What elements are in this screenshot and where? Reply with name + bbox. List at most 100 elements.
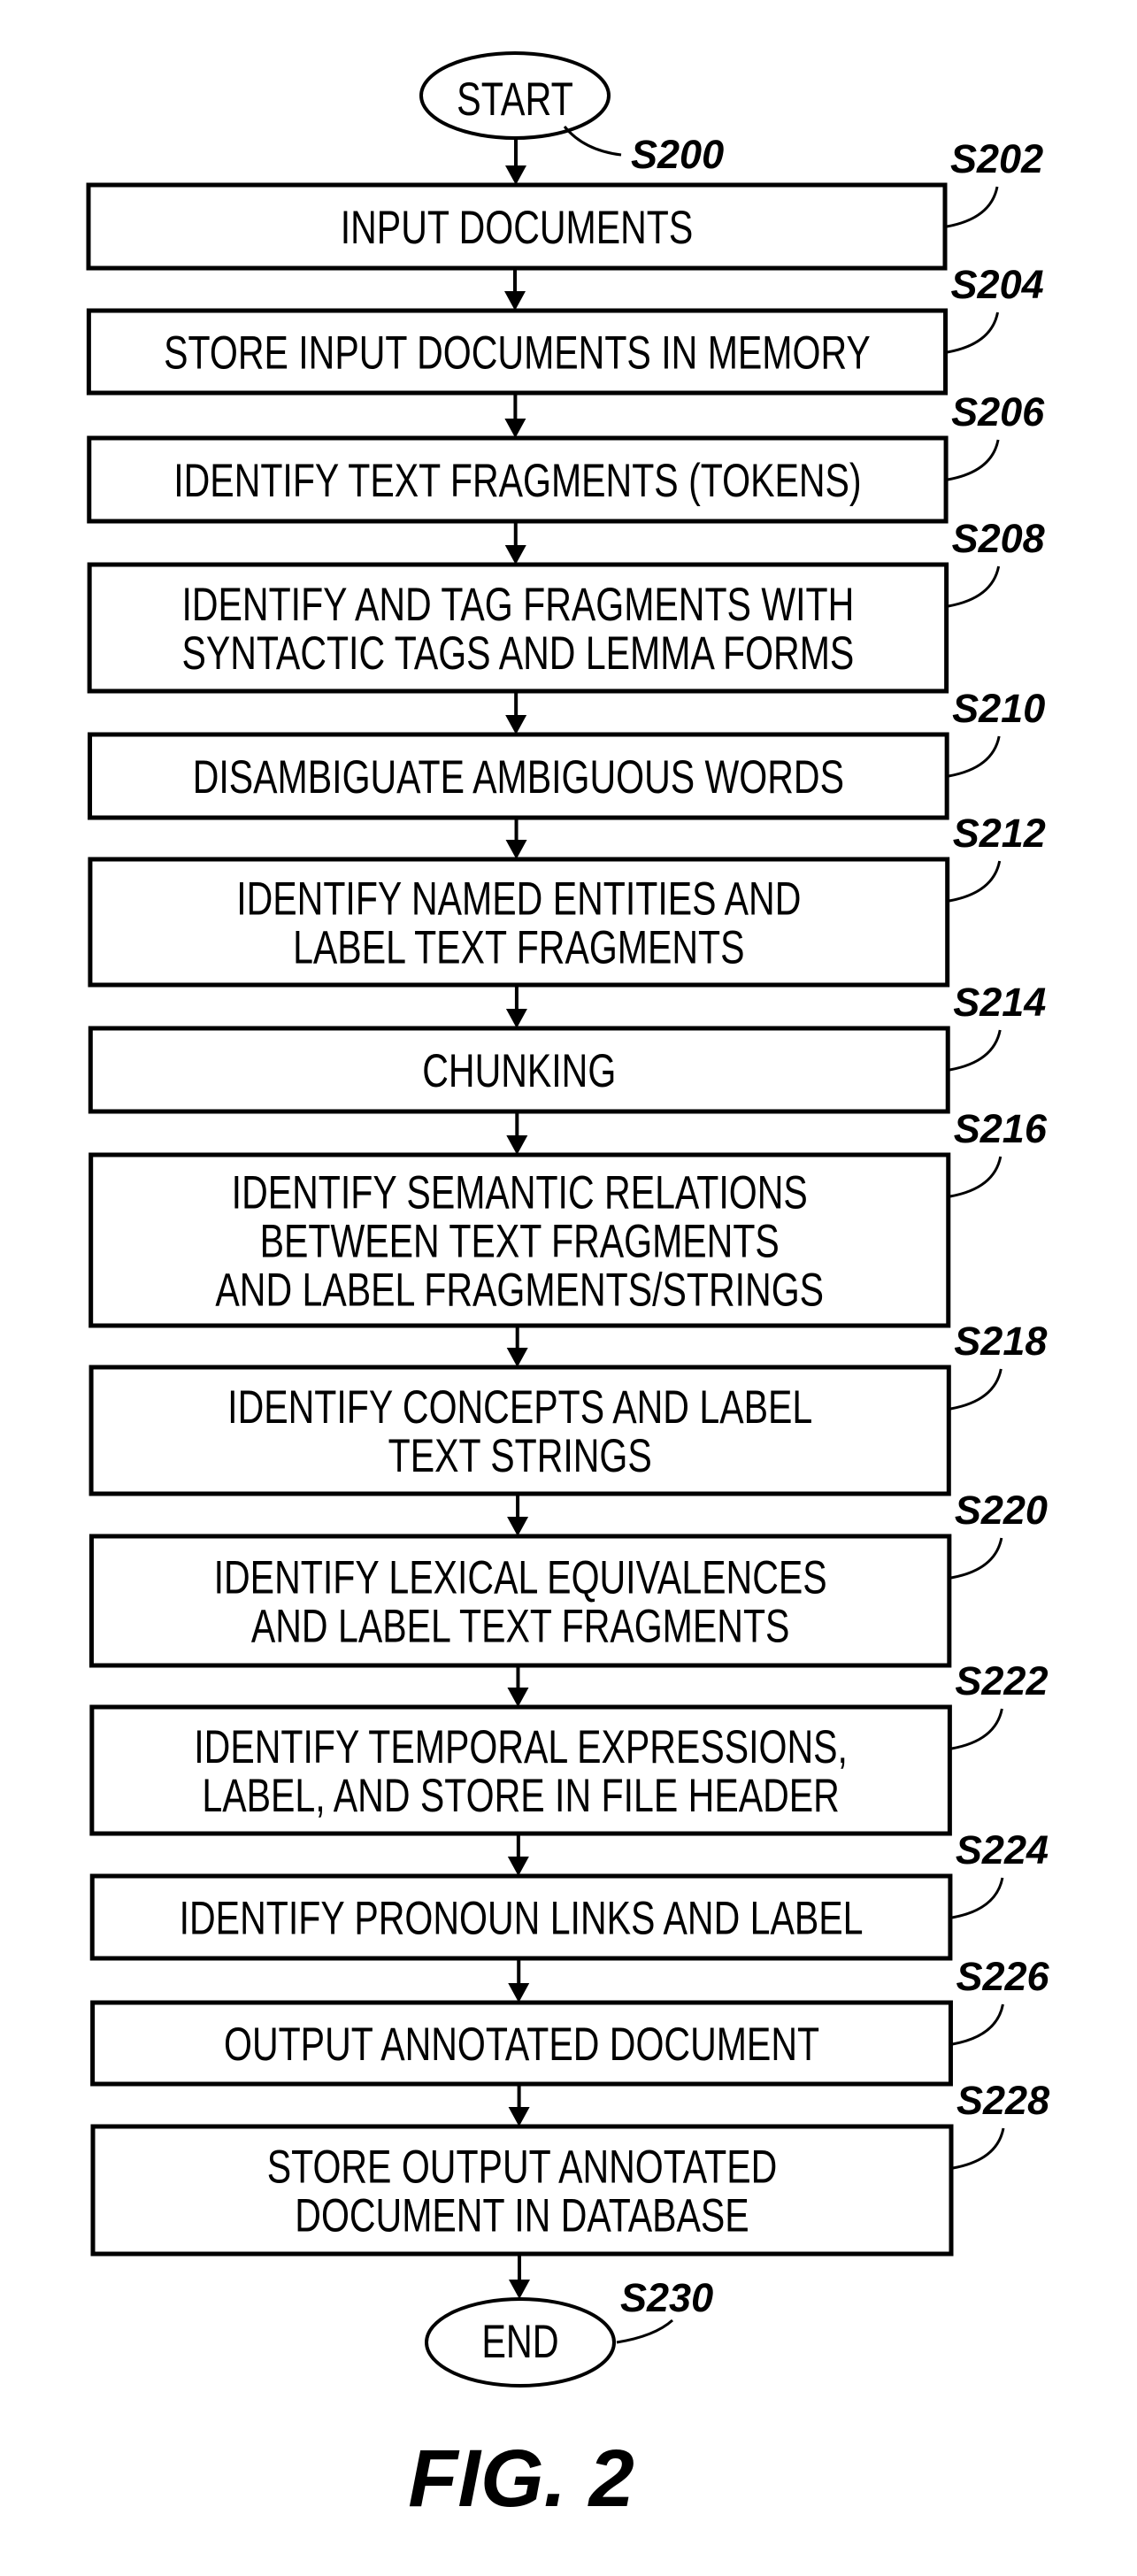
step-text-line: AND LABEL FRAGMENTS/STRINGS <box>215 1265 824 1317</box>
arrow-head-icon <box>508 1983 530 2003</box>
step-leader-line <box>951 1877 1004 1919</box>
arrow-head-icon <box>507 1857 529 1876</box>
step-text-line: IDENTIFY PRONOUN LINKS AND LABEL <box>180 1893 864 1945</box>
step-text-line: INPUT DOCUMENTS <box>341 202 694 254</box>
process-step: IDENTIFY NAMED ENTITIES ANDLABEL TEXT FR… <box>88 811 1046 988</box>
arrow-head-icon <box>506 1348 528 1367</box>
step-text-line: TEXT STRINGS <box>388 1430 652 1482</box>
step-text-line: IDENTIFY TEMPORAL EXPRESSIONS, <box>194 1721 848 1773</box>
process-step: IDENTIFY PRONOUN LINKS AND LABEL S224 <box>89 1827 1049 1961</box>
step-leader-line <box>952 2003 1004 2046</box>
step-ref-label: S228 <box>956 2078 1049 2123</box>
step-leader-line <box>949 1156 1003 1198</box>
arrow-head-icon <box>505 165 526 185</box>
flow-arrow <box>505 138 526 185</box>
end-leader-line <box>616 2318 674 2344</box>
step-leader-line <box>951 1708 1003 1750</box>
arrow-head-icon <box>506 1135 528 1155</box>
arrow-head-icon <box>504 291 526 311</box>
process-step: IDENTIFY LEXICAL EQUIVALENCESAND LABEL T… <box>88 1488 1048 1668</box>
flow-arrow <box>505 985 527 1028</box>
process-step: IDENTIFY CONCEPTS AND LABELTEXT STRINGS S… <box>88 1319 1047 1496</box>
step-text-line: IDENTIFY LEXICAL EQUIVALENCES <box>214 1552 827 1604</box>
step-ref-label: S212 <box>953 811 1046 856</box>
flow-arrow <box>505 691 527 734</box>
flow-arrow <box>506 1326 528 1367</box>
process-step: OUTPUT ANNOTATED DOCUMENT S226 <box>90 1954 1050 2087</box>
step-ref-label: S218 <box>954 1319 1047 1364</box>
step-text-line: DOCUMENT IN DATABASE <box>295 2190 749 2242</box>
arrow-head-icon <box>507 1688 529 1707</box>
process-step: IDENTIFY TEMPORAL EXPRESSIONS,LABEL, AND… <box>89 1658 1048 1836</box>
step-ref-label: S226 <box>956 1954 1049 1999</box>
flow-arrow <box>504 268 526 311</box>
process-step: DISAMBIGUATE AMBIGUOUS WORDS S210 <box>88 686 1045 820</box>
flow-arrow <box>509 2254 530 2299</box>
step-ref-label: S224 <box>956 1827 1049 1872</box>
step-text-line: STORE OUTPUT ANNOTATED <box>267 2142 778 2194</box>
flow-arrow <box>504 521 526 565</box>
arrow-head-icon <box>505 715 527 734</box>
step-leader-line <box>949 1029 1002 1072</box>
step-ref-label: S222 <box>955 1658 1048 1703</box>
step-text-line: IDENTIFY CONCEPTS AND LABEL <box>227 1381 812 1434</box>
step-leader-line <box>950 1368 1003 1411</box>
step-text-line: IDENTIFY NAMED ENTITIES AND <box>236 873 801 926</box>
step-ref-label: S210 <box>952 686 1045 731</box>
step-ref-label: S208 <box>952 516 1045 561</box>
flow-arrow <box>505 818 527 859</box>
start-text: START <box>457 73 573 126</box>
step-ref-label: S214 <box>953 980 1046 1025</box>
step-leader-line <box>948 735 1001 778</box>
step-text-line: BETWEEN TEXT FRAGMENTS <box>260 1216 780 1268</box>
step-text-line: LABEL, AND STORE IN FILE HEADER <box>202 1770 839 1822</box>
step-leader-line <box>947 311 1000 354</box>
process-step: STORE INPUT DOCUMENTS IN MEMORY S204 <box>86 262 1044 396</box>
step-text-line: AND LABEL TEXT FRAGMENTS <box>251 1601 790 1653</box>
process-step: IDENTIFY SEMANTIC RELATIONSBETWEEN TEXT … <box>88 1106 1048 1328</box>
end-text: END <box>481 2316 558 2368</box>
step-ref-label: S206 <box>951 389 1045 434</box>
flow-arrow <box>507 1665 529 1707</box>
process-step: INPUT DOCUMENTS S202 <box>86 136 1043 271</box>
step-text-line: LABEL TEXT FRAGMENTS <box>293 922 744 974</box>
step-text-line: IDENTIFY SEMANTIC RELATIONS <box>232 1167 808 1219</box>
flowchart: START S200 INPUT DOCUMENTS S202 STORE INPU… <box>86 51 1050 2524</box>
process-step: IDENTIFY AND TAG FRAGMENTS WITHSYNTACTIC… <box>87 516 1045 694</box>
step-text-line: SYNTACTIC TAGS AND LEMMA FORMS <box>181 627 854 680</box>
step-text-line: OUTPUT ANNOTATED DOCUMENT <box>224 2019 819 2071</box>
step-text-line: IDENTIFY AND TAG FRAGMENTS WITH <box>181 579 854 631</box>
step-text-line: IDENTIFY TEXT FRAGMENTS (TOKENS) <box>173 455 861 507</box>
flow-arrow <box>508 2084 530 2126</box>
arrow-head-icon <box>508 2107 530 2126</box>
arrow-head-icon <box>505 840 527 859</box>
arrow-head-icon <box>507 1517 529 1536</box>
process-step: STORE OUTPUT ANNOTATEDDOCUMENT IN DATABA… <box>90 2078 1049 2257</box>
step-leader-line <box>952 2127 1005 2170</box>
step-text-line: CHUNKING <box>422 1045 616 1097</box>
end-terminal: END S230 <box>425 2275 713 2388</box>
step-ref-label: S202 <box>950 136 1043 181</box>
end-ref-label: S230 <box>620 2275 713 2320</box>
step-ref-label: S220 <box>955 1488 1048 1533</box>
process-step: CHUNKING S214 <box>88 980 1046 1114</box>
step-leader-line <box>950 1537 1003 1580</box>
flow-arrow <box>506 1111 528 1155</box>
process-step: IDENTIFY TEXT FRAGMENTS (TOKENS) S206 <box>87 389 1045 524</box>
start-terminal: START S200 <box>419 51 724 177</box>
step-leader-line <box>948 565 1001 608</box>
flow-arrow <box>507 1834 529 1876</box>
step-leader-line <box>947 439 1000 481</box>
arrow-head-icon <box>505 1009 527 1028</box>
arrow-head-icon <box>509 2280 530 2299</box>
figure-title: FIG. 2 <box>408 2434 634 2524</box>
flow-arrow <box>508 1958 530 2003</box>
step-leader-line <box>946 186 999 228</box>
process-steps: INPUT DOCUMENTS S202 STORE INPUT DOCUMENTS… <box>86 136 1050 2257</box>
start-ref-label: S200 <box>631 132 724 177</box>
flow-arrow <box>507 1494 529 1536</box>
flow-arrow <box>504 393 526 438</box>
arrow-head-icon <box>504 545 526 565</box>
step-text-line: DISAMBIGUATE AMBIGUOUS WORDS <box>193 751 844 804</box>
arrow-head-icon <box>504 419 526 438</box>
